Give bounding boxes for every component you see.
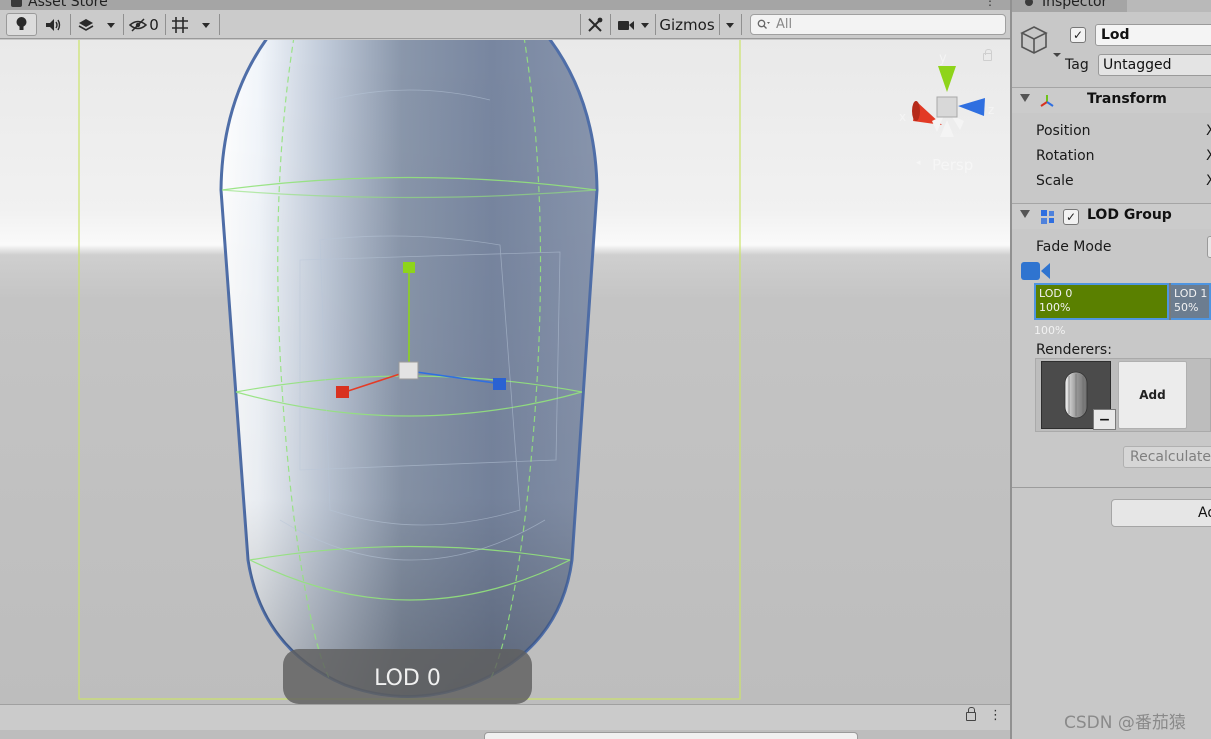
transform-title: Transform [1087, 91, 1167, 107]
chevron-down-icon [202, 22, 210, 28]
watermark: CSDN @番茄猿 [1064, 713, 1186, 733]
recalculate-bounds-button[interactable]: Recalculate Bounds [1123, 446, 1211, 468]
rotation-label[interactable]: Rotation [1036, 148, 1095, 164]
lod-group-icon [1041, 210, 1054, 224]
chevron-down-icon [726, 22, 734, 28]
transform-axes-icon [1040, 95, 1054, 107]
axis-label-y: y [939, 51, 947, 66]
position-label[interactable]: Position [1036, 123, 1091, 139]
tab-strip-empty [1127, 0, 1211, 12]
object-name-field[interactable] [1095, 24, 1211, 46]
gizmos-button[interactable]: Gizmos [658, 13, 716, 36]
scene-render: y x z [78, 40, 994, 700]
chevron-down-icon [107, 22, 115, 28]
scale-x-label[interactable]: X [1206, 173, 1211, 189]
gizmos-dropdown[interactable] [721, 13, 739, 36]
eye-slash-icon [129, 17, 148, 32]
speaker-icon [46, 18, 61, 31]
lod-1-name: LOD 1 [1174, 287, 1208, 300]
chevron-down-icon [641, 22, 649, 28]
lod-bar[interactable]: LOD 0 100% LOD 1 50% [1034, 283, 1211, 320]
scene-toolbar: 0 Gizmos All [0, 10, 1010, 39]
tag-label: Tag [1065, 57, 1089, 73]
game-object-cube-icon[interactable] [1020, 24, 1064, 60]
fade-mode-label: Fade Mode [1036, 239, 1112, 255]
bottom-panel-strip [0, 730, 1010, 739]
rotation-x-label[interactable]: X [1206, 148, 1211, 164]
lod-1-percent: 50% [1174, 301, 1199, 314]
foldout-arrow-icon[interactable] [1020, 210, 1030, 218]
inspector-separator [1012, 487, 1211, 488]
lod-group-enabled-checkbox[interactable]: ✓ [1063, 209, 1079, 225]
layers-icon [78, 18, 94, 31]
panel-menu-icon[interactable]: ⋮ [989, 708, 1002, 723]
scene-tab-bar: Asset Store ⋮ [0, 0, 1010, 10]
video-camera-icon [618, 20, 634, 30]
transform-header[interactable]: Transform [1012, 87, 1211, 113]
lod-camera-icon[interactable] [1020, 261, 1052, 281]
effects-dropdown[interactable] [101, 13, 121, 36]
position-x-label[interactable]: X [1206, 123, 1211, 139]
scale-label[interactable]: Scale [1036, 173, 1074, 189]
lod-0-percent: 100% [1039, 301, 1071, 314]
bottom-search-field[interactable] [484, 732, 858, 739]
scene-search[interactable] [750, 14, 1006, 35]
lod-level-overlay: LOD 0 [283, 649, 532, 704]
grid-toggle[interactable] [169, 13, 191, 36]
scene-tab-menu-icon[interactable]: ⋮ [984, 0, 996, 8]
tag-dropdown[interactable]: Untagged [1098, 54, 1211, 76]
renderers-list: − Add [1035, 358, 1211, 432]
camera-dropdown[interactable] [637, 13, 653, 36]
lod-bar-start-percent: 100% [1034, 324, 1066, 337]
effects-toggle[interactable] [73, 13, 99, 36]
remove-renderer-button[interactable]: − [1093, 409, 1116, 430]
search-icon [757, 19, 770, 29]
camera-settings-button[interactable] [614, 13, 638, 36]
audio-toggle[interactable] [40, 13, 68, 36]
lod-segment-0[interactable]: LOD 0 100% [1034, 283, 1169, 320]
lock-icon[interactable] [966, 707, 976, 721]
inspector-tab-bar: Inspector [1012, 0, 1211, 12]
orientation-gizmo[interactable]: y x z [899, 51, 994, 137]
renderer-thumbnail[interactable]: − [1041, 361, 1116, 430]
lod-0-name: LOD 0 [1039, 287, 1073, 300]
search-input[interactable] [776, 17, 996, 32]
fade-mode-dropdown[interactable] [1207, 236, 1211, 258]
lightbulb-icon [16, 17, 27, 30]
lod-group-header[interactable]: ✓ LOD Group [1012, 203, 1211, 229]
foldout-arrow-icon[interactable] [1020, 94, 1030, 102]
asset-store-icon [11, 0, 22, 7]
lod-segment-1[interactable]: LOD 1 50% [1171, 283, 1211, 320]
tools-icon [588, 17, 603, 32]
lighting-toggle[interactable] [6, 13, 37, 36]
scene-viewport[interactable]: y x z ◂ Persp LOD 0 [0, 40, 1010, 704]
tab-inspector[interactable]: Inspector [1042, 0, 1107, 10]
scene-status-bar: ⋮ [0, 704, 1010, 730]
scene-view-panel: Asset Store ⋮ 0 Gizmos All y x z ◂ Persp… [0, 0, 1010, 739]
active-checkbox[interactable]: ✓ [1070, 27, 1086, 43]
lod-group-title: LOD Group [1087, 207, 1172, 223]
info-icon [1025, 0, 1033, 6]
add-component-button[interactable]: Add Component [1111, 499, 1211, 527]
axis-label-z: z [988, 103, 994, 117]
renderers-label: Renderers: [1036, 342, 1112, 358]
hidden-objects-count: 0 [149, 15, 159, 34]
tools-toggle[interactable] [583, 13, 607, 36]
axis-label-x: x [899, 110, 906, 124]
tab-asset-store[interactable]: Asset Store [28, 0, 108, 10]
projection-arrow-icon: ◂ [916, 158, 921, 168]
gizmo-lock-icon[interactable] [983, 49, 992, 61]
grid-dropdown[interactable] [195, 13, 217, 36]
add-renderer-button[interactable]: Add [1118, 361, 1187, 429]
hidden-objects-toggle[interactable]: 0 [126, 13, 162, 36]
projection-label[interactable]: Persp [932, 156, 973, 174]
grid-icon [172, 16, 188, 33]
inspector-panel: Inspector ✓ Tag Untagged Transform Posit… [1012, 0, 1211, 739]
